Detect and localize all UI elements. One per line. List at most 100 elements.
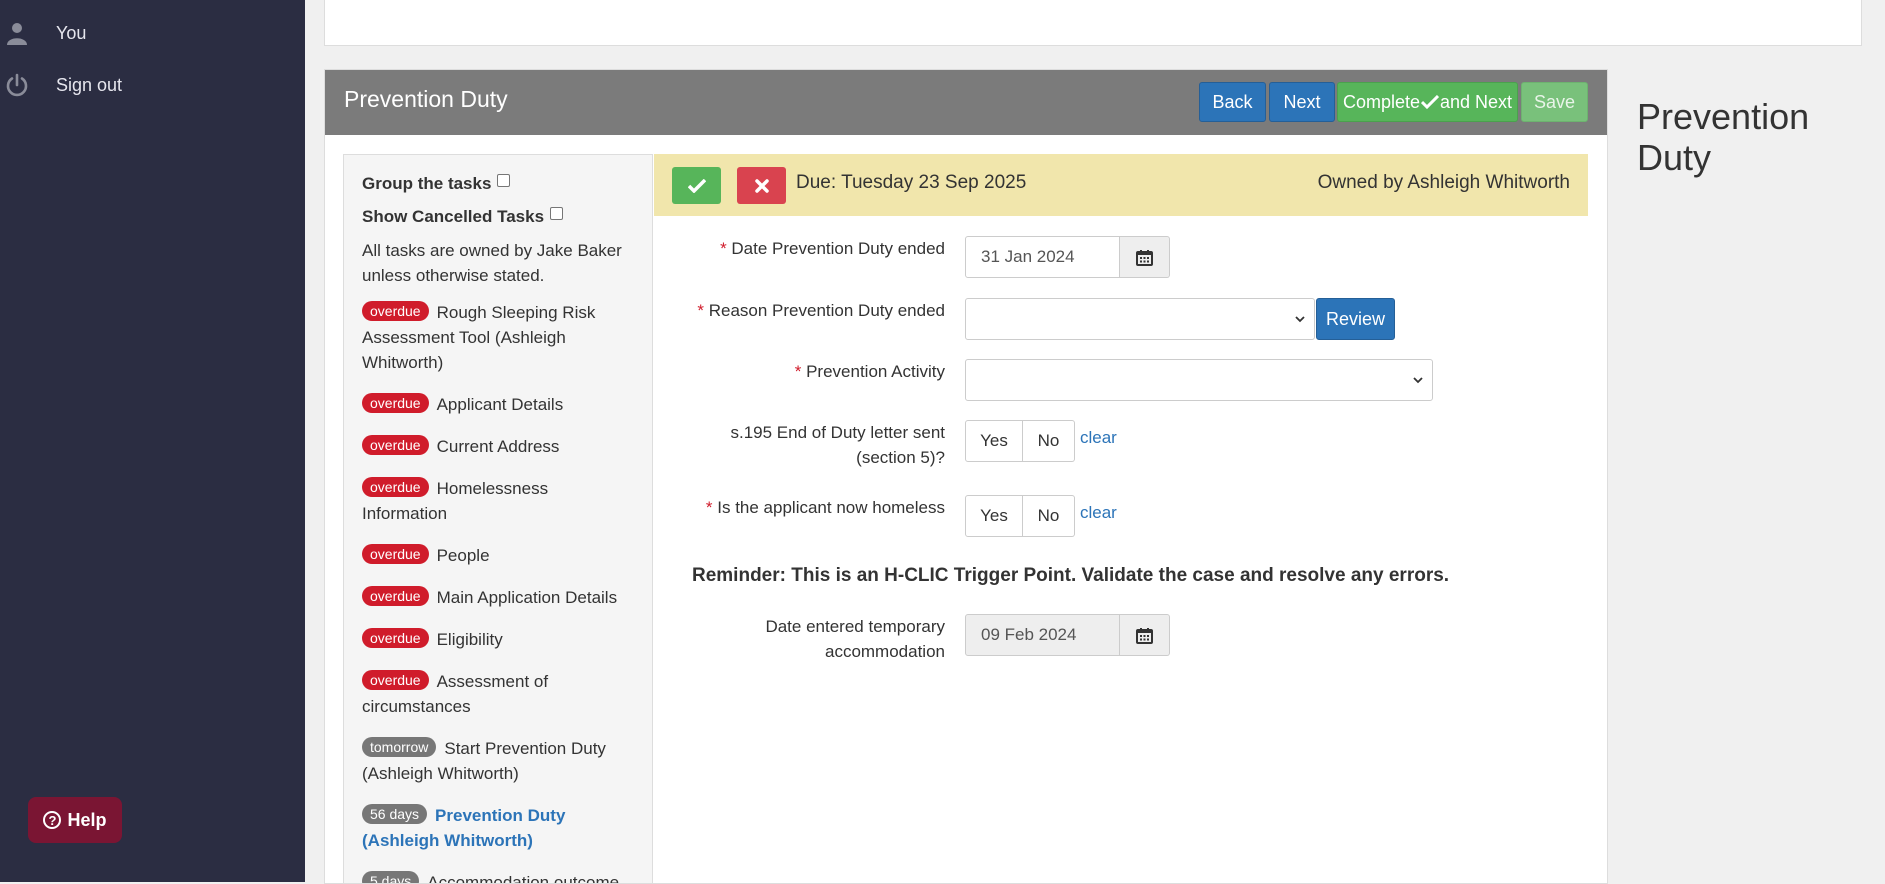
- sidebar: You Sign out ? Help: [0, 0, 305, 882]
- sidebar-item-label: You: [56, 22, 87, 43]
- required-marker: *: [697, 301, 709, 320]
- calendar-button[interactable]: [1120, 236, 1170, 278]
- task-owner: Owned by Ashleigh Whitworth: [1317, 172, 1570, 193]
- letter-yes-button[interactable]: Yes: [965, 420, 1023, 462]
- complete-and-next-button[interactable]: Complete and Next: [1337, 82, 1518, 122]
- task-label: Current Address: [436, 437, 560, 456]
- required-marker: *: [720, 239, 732, 258]
- homeless-clear-link[interactable]: clear: [1080, 503, 1117, 523]
- show-cancelled-checkbox[interactable]: [550, 206, 564, 220]
- review-button[interactable]: Review: [1316, 298, 1395, 340]
- calendar-icon: [1136, 249, 1153, 266]
- page-title: Prevention Duty: [344, 86, 508, 112]
- reason-select[interactable]: [965, 298, 1315, 340]
- check-icon: [1421, 95, 1439, 109]
- save-button[interactable]: Save: [1521, 82, 1588, 122]
- temp-accom-label: Date entered temporary accommodation: [765, 617, 945, 661]
- card-header: Prevention Duty Back Next Complete and N…: [325, 70, 1607, 135]
- close-icon: [754, 178, 769, 193]
- homeless-label: * Is the applicant now homeless: [673, 495, 945, 520]
- task-badge: 56 days: [362, 804, 428, 824]
- task-item-current[interactable]: 56 days Prevention Duty (Ashleigh Whitwor…: [362, 803, 632, 853]
- group-tasks-label: Group the tasks: [362, 174, 492, 193]
- task-badge: overdue: [362, 301, 429, 321]
- homeless-yes-button[interactable]: Yes: [965, 495, 1023, 537]
- due-bar: Due: Tuesday 23 Sep 2025 Owned by Ashlei…: [654, 154, 1588, 216]
- complete-task-button[interactable]: [672, 167, 721, 204]
- top-panel: [324, 0, 1862, 46]
- show-cancelled-label: Show Cancelled Tasks: [362, 207, 545, 226]
- homeless-toggle: Yes No: [965, 495, 1075, 537]
- check-icon: [687, 178, 706, 193]
- show-cancelled-row[interactable]: Show Cancelled Tasks: [362, 206, 564, 227]
- task-item[interactable]: overdue Eligibility: [362, 627, 632, 652]
- task-badge: overdue: [362, 586, 429, 606]
- task-badge: overdue: [362, 393, 429, 413]
- task-label: Main Application Details: [436, 588, 618, 607]
- task-label: Eligibility: [436, 630, 503, 649]
- sidebar-item-you[interactable]: You: [0, 17, 305, 49]
- sidebar-item-label: Sign out: [56, 74, 123, 95]
- task-badge: overdue: [362, 628, 429, 648]
- homeless-label-text: Is the applicant now homeless: [717, 498, 945, 517]
- task-list: Group the tasks Show Cancelled Tasks All…: [343, 154, 653, 883]
- task-item[interactable]: 5 days Accommodation outcome: [362, 870, 632, 883]
- group-tasks-row[interactable]: Group the tasks: [362, 173, 511, 194]
- task-badge: overdue: [362, 670, 429, 690]
- letter-no-button[interactable]: No: [1023, 420, 1075, 462]
- task-badge: tomorrow: [362, 737, 437, 757]
- next-button[interactable]: Next: [1269, 82, 1335, 122]
- complete-label: Complete: [1342, 91, 1420, 112]
- date-ended-input[interactable]: 31 Jan 2024: [965, 236, 1120, 278]
- temp-accom-input[interactable]: 09 Feb 2024: [965, 614, 1120, 656]
- due-date: Due: Tuesday 23 Sep 2025: [796, 172, 1027, 193]
- letter-clear-link[interactable]: clear: [1080, 428, 1117, 448]
- chevron-down-icon: [1413, 377, 1423, 384]
- task-badge: overdue: [362, 544, 429, 564]
- date-ended-group: 31 Jan 2024: [965, 236, 1170, 278]
- hclic-reminder: Reminder: This is an H-CLIC Trigger Poin…: [692, 565, 1450, 586]
- calendar-icon: [1136, 627, 1153, 644]
- letter-label: s.195 End of Duty letter sent (section 5…: [730, 423, 945, 467]
- group-tasks-checkbox[interactable]: [497, 173, 511, 187]
- chevron-down-icon: [1295, 316, 1305, 323]
- reason-label: * Reason Prevention Duty ended: [673, 298, 945, 323]
- task-card: Prevention Duty Back Next Complete and N…: [324, 69, 1608, 884]
- homeless-no-button[interactable]: No: [1023, 495, 1075, 537]
- calendar-button[interactable]: [1120, 614, 1170, 656]
- task-badge: overdue: [362, 477, 429, 497]
- task-label: People: [436, 546, 490, 565]
- activity-label: * Prevention Activity: [673, 359, 945, 384]
- activity-select[interactable]: [965, 359, 1433, 401]
- task-item[interactable]: tomorrow Start Prevention Duty (Ashleigh …: [362, 736, 632, 786]
- task-item[interactable]: overdue People: [362, 543, 632, 568]
- tasks-owner-note: All tasks are owned by Jake Baker unless…: [362, 241, 622, 285]
- task-badge: 5 days: [362, 871, 420, 883]
- task-item[interactable]: overdue Current Address: [362, 434, 632, 459]
- help-label: Help: [67, 809, 107, 830]
- temp-accom-group: 09 Feb 2024: [965, 614, 1170, 656]
- task-badge: overdue: [362, 435, 429, 455]
- date-ended-label: * Date Prevention Duty ended: [673, 236, 945, 261]
- letter-toggle: Yes No: [965, 420, 1075, 462]
- task-item[interactable]: overdue Main Application Details: [362, 585, 632, 610]
- side-section-title: Prevention Duty: [1637, 96, 1810, 178]
- task-item[interactable]: overdue Rough Sleeping Risk Assessment To…: [362, 300, 632, 375]
- reason-label-text: Reason Prevention Duty ended: [708, 301, 945, 320]
- task-item[interactable]: overdue Homelessness Information: [362, 476, 632, 526]
- activity-label-text: Prevention Activity: [806, 362, 945, 381]
- help-button[interactable]: ? Help: [28, 797, 122, 843]
- required-marker: *: [705, 498, 718, 517]
- date-ended-label-text: Date Prevention Duty ended: [731, 239, 945, 258]
- power-icon: [6, 73, 28, 97]
- required-marker: *: [794, 362, 807, 381]
- sidebar-item-sign-out[interactable]: Sign out: [0, 69, 305, 101]
- and-next-label: and Next: [1440, 91, 1513, 112]
- question-icon: ?: [43, 811, 62, 829]
- task-item[interactable]: overdue Applicant Details: [362, 392, 632, 417]
- task-label: Applicant Details: [436, 395, 564, 414]
- task-item[interactable]: overdue Assessment of circumstances: [362, 669, 632, 719]
- cancel-task-button[interactable]: [737, 167, 786, 204]
- user-icon: [7, 23, 27, 45]
- back-button[interactable]: Back: [1199, 82, 1266, 122]
